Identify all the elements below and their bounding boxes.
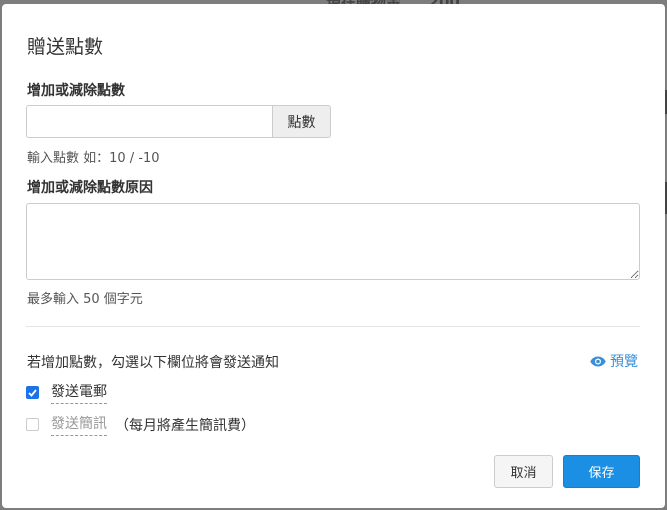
notify-description: 若增加點數，勾選以下欄位將會發送通知: [27, 355, 279, 371]
reason-label: 增加或減除點數原因: [27, 180, 153, 196]
send-email-label[interactable]: 發送電郵: [51, 381, 107, 404]
check-icon: [28, 388, 37, 397]
preview-label: 預覽: [610, 354, 638, 370]
send-sms-option[interactable]: 發送簡訊 （每月將產生簡訊費）: [26, 413, 255, 436]
sms-fee-note: （每月將產生簡訊費）: [115, 417, 255, 434]
send-sms-checkbox[interactable]: [26, 418, 39, 431]
points-addon: 點數: [272, 105, 331, 138]
points-help-text: 輸入點數 如：10 / -10: [27, 151, 160, 166]
reason-textarea[interactable]: [26, 203, 640, 280]
cancel-button[interactable]: 取消: [494, 455, 553, 488]
reason-help-text: 最多輸入 50 個字元: [27, 292, 143, 307]
eye-icon: [590, 356, 606, 366]
save-button[interactable]: 保存: [563, 455, 640, 488]
send-sms-label[interactable]: 發送簡訊: [51, 413, 107, 436]
divider: [26, 326, 640, 327]
points-input[interactable]: [26, 105, 272, 138]
give-points-modal: 贈送點數 增加或減除點數 點數 輸入點數 如：10 / -10 增加或減除點數原…: [2, 4, 665, 508]
send-email-option[interactable]: 發送電郵: [26, 381, 107, 404]
preview-link[interactable]: 預覽: [590, 351, 638, 371]
modal-title: 贈送點數: [27, 36, 104, 58]
send-email-checkbox[interactable]: [26, 386, 39, 399]
points-label: 增加或減除點數: [27, 83, 125, 99]
